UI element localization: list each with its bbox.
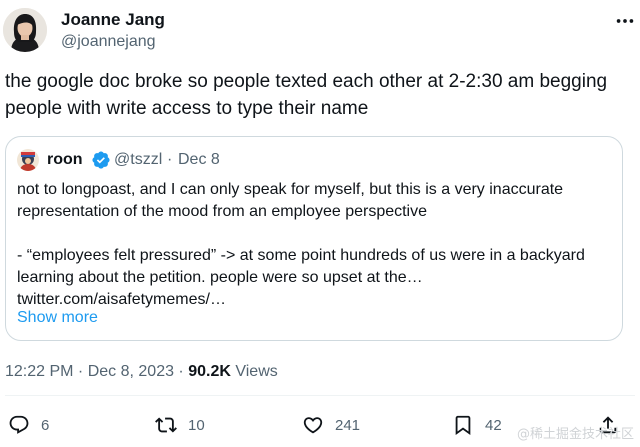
- show-more-link[interactable]: Show more: [17, 308, 98, 328]
- quoted-date[interactable]: Dec 8: [178, 150, 220, 170]
- author-name[interactable]: Joanne Jang: [61, 10, 165, 30]
- like-count: 241: [335, 417, 361, 434]
- quoted-author-name[interactable]: roon: [47, 150, 83, 170]
- quoted-paragraph: not to longpoast, and I can only speak f…: [17, 181, 564, 220]
- action-bar: 6 10 241 42 @稀土掘金技术社区: [0, 407, 640, 447]
- more-dots-icon[interactable]: [614, 10, 636, 32]
- quoted-author-handle[interactable]: @tszzl: [114, 150, 162, 170]
- quoted-text: not to longpoast, and I can only speak f…: [17, 179, 613, 311]
- retweet-button[interactable]: 10: [155, 407, 215, 443]
- retweet-count: 10: [188, 417, 205, 434]
- author-avatar[interactable]: [3, 8, 47, 52]
- watermark: @稀土掘金技术社区: [516, 427, 634, 442]
- tweet-timestamp[interactable]: 12:22 PM · Dec 8, 2023 ·: [5, 363, 188, 380]
- bookmark-button[interactable]: 42: [452, 407, 512, 443]
- views-label: Views: [230, 363, 278, 380]
- bookmark-count: 42: [485, 417, 502, 434]
- reply-count: 6: [41, 417, 50, 434]
- tweet-meta: 12:22 PM · Dec 8, 2023 · 90.2K Views: [5, 362, 278, 382]
- retweet-icon: [155, 417, 177, 433]
- quoted-tweet[interactable]: roon @tszzl · Dec 8 not to longpoast, an…: [5, 136, 623, 341]
- divider: [5, 395, 635, 396]
- quoted-avatar: [17, 149, 39, 171]
- author-handle[interactable]: @joannejang: [61, 32, 156, 52]
- reply-button[interactable]: 6: [8, 407, 58, 443]
- heart-icon: [303, 417, 323, 434]
- reply-icon: [9, 415, 29, 434]
- like-button[interactable]: 241: [302, 407, 362, 443]
- quoted-separator: ·: [167, 151, 173, 168]
- quoted-paragraph: - “employees felt pressured” -> at some …: [17, 247, 585, 286]
- views-count: 90.2K: [188, 363, 231, 380]
- tweet-header: Joanne Jang @joannejang: [0, 0, 640, 60]
- bookmark-icon: [455, 415, 471, 436]
- verified-badge-icon: [92, 151, 110, 169]
- quoted-link[interactable]: twitter.com/aisafetymemes/…: [17, 289, 613, 311]
- tweet-text: the google doc broke so people texted ea…: [5, 71, 608, 119]
